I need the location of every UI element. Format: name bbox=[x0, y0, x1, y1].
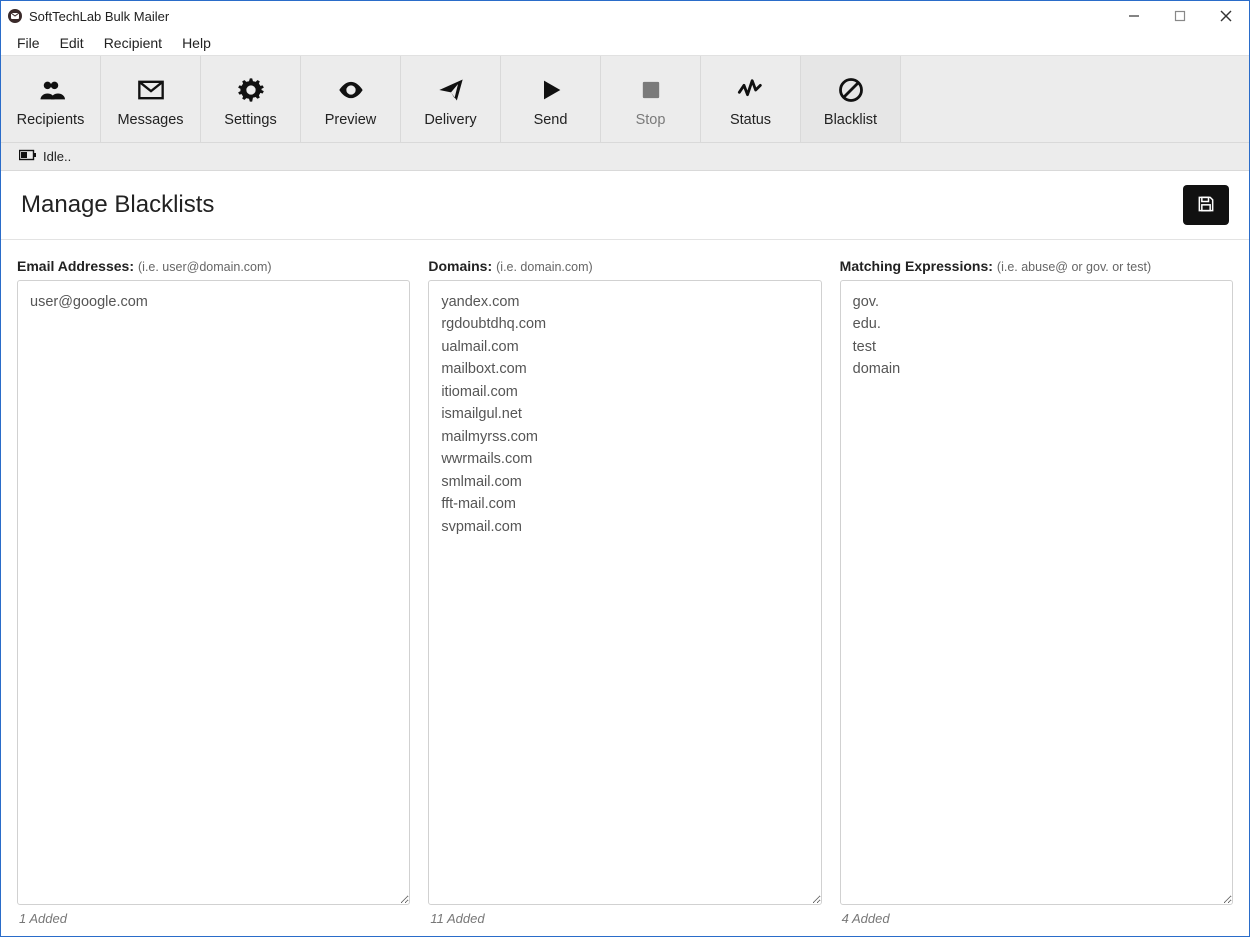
menu-help[interactable]: Help bbox=[172, 33, 221, 53]
toolbar-delivery[interactable]: Delivery bbox=[401, 56, 501, 142]
page-title: Manage Blacklists bbox=[21, 191, 1183, 219]
users-icon bbox=[37, 74, 65, 106]
emails-textarea[interactable] bbox=[17, 280, 410, 905]
domains-textarea[interactable] bbox=[428, 280, 821, 905]
toolbar-label: Preview bbox=[325, 112, 377, 128]
menubar: File Edit Recipient Help bbox=[1, 31, 1249, 55]
envelope-icon bbox=[137, 74, 165, 106]
status-strip: Idle.. bbox=[1, 143, 1249, 171]
menu-file[interactable]: File bbox=[7, 33, 50, 53]
activity-icon bbox=[737, 74, 765, 106]
page-header: Manage Blacklists bbox=[1, 171, 1249, 240]
expressions-textarea[interactable] bbox=[840, 280, 1233, 905]
titlebar: SoftTechLab Bulk Mailer bbox=[1, 1, 1249, 31]
close-button[interactable] bbox=[1203, 1, 1249, 31]
eye-icon bbox=[337, 74, 365, 106]
column-emails: Email Addresses: (i.e. user@domain.com) … bbox=[17, 258, 410, 928]
column-domains: Domains: (i.e. domain.com) 11 Added bbox=[428, 258, 821, 928]
toolbar-label: Send bbox=[534, 112, 568, 128]
toolbar-label: Stop bbox=[636, 112, 666, 128]
minimize-button[interactable] bbox=[1111, 1, 1157, 31]
emails-count: 1 Added bbox=[17, 905, 410, 928]
menu-edit[interactable]: Edit bbox=[50, 33, 94, 53]
ban-icon bbox=[837, 74, 865, 106]
toolbar-blacklist[interactable]: Blacklist bbox=[801, 56, 901, 142]
paper-plane-icon bbox=[437, 74, 465, 106]
toolbar-label: Delivery bbox=[424, 112, 476, 128]
toolbar-recipients[interactable]: Recipients bbox=[1, 56, 101, 142]
column-header-expressions: Matching Expressions: (i.e. abuse@ or go… bbox=[840, 258, 1233, 274]
save-icon bbox=[1196, 194, 1216, 217]
play-icon bbox=[537, 74, 565, 106]
toolbar-settings[interactable]: Settings bbox=[201, 56, 301, 142]
app-icon bbox=[7, 8, 23, 24]
content-area: Email Addresses: (i.e. user@domain.com) … bbox=[1, 240, 1249, 936]
toolbar-stop: Stop bbox=[601, 56, 701, 142]
toolbar-send[interactable]: Send bbox=[501, 56, 601, 142]
toolbar: Recipients Messages Settings Preview Del bbox=[1, 55, 1249, 143]
toolbar-status[interactable]: Status bbox=[701, 56, 801, 142]
column-header-emails: Email Addresses: (i.e. user@domain.com) bbox=[17, 258, 410, 274]
column-label: Email Addresses: bbox=[17, 258, 134, 274]
toolbar-label: Status bbox=[730, 112, 771, 128]
toolbar-label: Blacklist bbox=[824, 112, 877, 128]
menu-recipient[interactable]: Recipient bbox=[94, 33, 172, 53]
column-hint: (i.e. user@domain.com) bbox=[138, 260, 272, 274]
column-label: Domains: bbox=[428, 258, 492, 274]
toolbar-preview[interactable]: Preview bbox=[301, 56, 401, 142]
expressions-count: 4 Added bbox=[840, 905, 1233, 928]
window-title: SoftTechLab Bulk Mailer bbox=[29, 9, 169, 24]
toolbar-label: Recipients bbox=[17, 112, 85, 128]
status-text: Idle.. bbox=[43, 149, 71, 164]
maximize-button[interactable] bbox=[1157, 1, 1203, 31]
domains-count: 11 Added bbox=[428, 905, 821, 928]
column-header-domains: Domains: (i.e. domain.com) bbox=[428, 258, 821, 274]
column-hint: (i.e. abuse@ or gov. or test) bbox=[997, 260, 1151, 274]
stop-icon bbox=[637, 74, 665, 106]
battery-icon bbox=[19, 149, 37, 164]
toolbar-messages[interactable]: Messages bbox=[101, 56, 201, 142]
column-label: Matching Expressions: bbox=[840, 258, 993, 274]
toolbar-label: Settings bbox=[224, 112, 276, 128]
save-button[interactable] bbox=[1183, 185, 1229, 225]
column-hint: (i.e. domain.com) bbox=[496, 260, 593, 274]
toolbar-label: Messages bbox=[117, 112, 183, 128]
gear-icon bbox=[237, 74, 265, 106]
app-window: SoftTechLab Bulk Mailer File Edit Recipi… bbox=[0, 0, 1250, 937]
column-expressions: Matching Expressions: (i.e. abuse@ or go… bbox=[840, 258, 1233, 928]
